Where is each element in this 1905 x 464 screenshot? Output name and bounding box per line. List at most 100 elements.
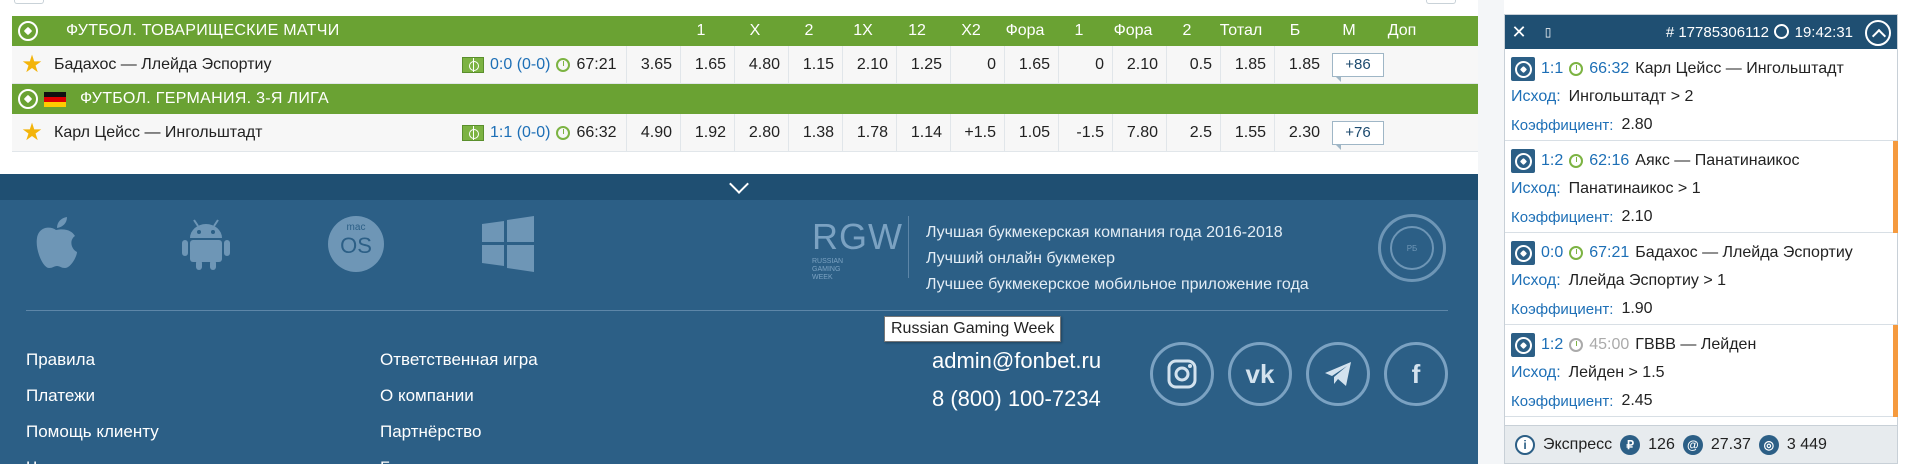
col-header: Доп: [1387, 22, 1417, 39]
pitch-icon[interactable]: [462, 56, 484, 73]
event-name[interactable]: Бадахос — Ллейда Эспортиу: [12, 56, 462, 74]
handicap-cell: +1.5: [950, 113, 1004, 152]
odd-cell[interactable]: 1.78: [842, 113, 896, 152]
info-icon[interactable]: i: [1515, 434, 1535, 455]
event-score: 1:1 (0-0): [490, 123, 551, 141]
event-score: 0:0 (0-0): [490, 55, 551, 73]
pitch-icon[interactable]: [462, 124, 484, 141]
rgw-logo[interactable]: RGW RUSSIAN GAMING WEEK: [812, 216, 903, 282]
award-item: Лучшая букмекерская компания года 2016-2…: [926, 224, 1283, 241]
apple-icon[interactable]: [26, 214, 86, 274]
vk-icon[interactable]: vk: [1228, 342, 1292, 406]
odd-cell[interactable]: 1.85: [1274, 45, 1328, 84]
event-name[interactable]: Карл Цейсс — Ингольштадт: [12, 124, 462, 142]
odd-cell[interactable]: 1.05: [1004, 113, 1058, 152]
footer-link[interactable]: Помощь клиенту: [26, 414, 247, 450]
bet-item[interactable]: 1:2 62:16 Аякс — Панатинаикос Исход: Пана…: [1505, 141, 1898, 233]
footer-link[interactable]: Партнёрство: [380, 414, 550, 450]
odd-cell[interactable]: 4.80: [734, 45, 788, 84]
odd-cell[interactable]: 1.92: [680, 113, 734, 152]
odd-cell[interactable]: 1.38: [788, 113, 842, 152]
section-header-germany-3-liga[interactable]: ФУТБОЛ. ГЕРМАНИЯ. 3-Я ЛИГА: [12, 84, 1478, 114]
coef-label: Коэффициент:: [1511, 116, 1614, 134]
coef-label: Коэффициент:: [1511, 208, 1614, 226]
rgw-small-line: WEEK: [812, 274, 833, 281]
col-header: 1X: [853, 22, 873, 39]
footer-link[interactable]: Часто задаваемые вопросы: [26, 450, 247, 464]
live-info: 0:0 (0-0) 67:21: [462, 56, 626, 74]
football-icon: [1511, 57, 1535, 81]
chevron-down-icon[interactable]: [729, 174, 749, 194]
award-item: Лучший онлайн букмекер: [926, 250, 1116, 267]
telegram-icon[interactable]: [1306, 342, 1370, 406]
copy-icon[interactable]: ▯: [1533, 25, 1563, 39]
instagram-icon[interactable]: [1150, 342, 1214, 406]
outcome-label: Исход:: [1511, 88, 1561, 105]
odd-cell[interactable]: 1.15: [788, 45, 842, 84]
macos-icon[interactable]: mac OS: [326, 214, 386, 274]
clock-icon: [1774, 24, 1789, 39]
clock-icon: [556, 125, 571, 140]
bet-outcome: Ллейда Эспортиу > 1: [1568, 272, 1727, 289]
col-header: 1: [696, 22, 706, 39]
more-markets-button[interactable]: +86: [1332, 52, 1384, 82]
coef-label: Коэффициент:: [1511, 300, 1614, 318]
footer-link[interactable]: Платежи: [26, 378, 247, 414]
odd-cell[interactable]: 2.30: [1274, 113, 1328, 152]
footer-link[interactable]: О компании: [380, 378, 550, 414]
odd-cell[interactable]: 1.65: [1004, 45, 1058, 84]
collapsed-button-left[interactable]: [14, 0, 44, 4]
col-header: Фора: [1113, 22, 1153, 39]
more-markets-button[interactable]: +76: [1332, 120, 1384, 150]
email-link[interactable]: admin@fonbet.ru: [932, 342, 1101, 380]
android-icon[interactable]: [176, 214, 236, 274]
bet-item[interactable]: 0:0 67:21 Бадахос — Ллейда Эспортиу Исхо…: [1505, 233, 1897, 325]
odd-cell[interactable]: 3.65: [626, 45, 680, 84]
handicap-cell: 0: [950, 45, 1004, 84]
footer-link[interactable]: Ответственная игра: [380, 342, 550, 378]
windows-icon[interactable]: [478, 214, 538, 274]
col-header: Тотал: [1219, 22, 1263, 39]
odd-cell[interactable]: 1.25: [896, 45, 950, 84]
close-icon[interactable]: ✕: [1505, 22, 1533, 43]
bet-slip-summary: i Экспресс ₽ 126 @ 27.37 ◎ 3 449: [1505, 425, 1897, 463]
event-row[interactable]: ★ Карл Цейсс — Ингольштадт 1:1 (0-0) 66:…: [12, 113, 1478, 152]
footer-expand-bar[interactable]: [0, 174, 1478, 200]
footer-divider: [26, 310, 1448, 311]
odd-cell[interactable]: 7.80: [1112, 113, 1166, 152]
bet-slip-header: ✕ ▯ # 17785306112 19:42:31: [1505, 15, 1897, 49]
event-time: 66:32: [576, 123, 617, 141]
odd-cell[interactable]: 1.85: [1220, 45, 1274, 84]
section-header-friendlies[interactable]: ФУТБОЛ. ТОВАРИЩЕСКИЕ МАТЧИ 1 X 2 1X 12 X…: [12, 16, 1478, 46]
event-row[interactable]: ★ Бадахос — Ллейда Эспортиу 0:0 (0-0) 67…: [12, 45, 1478, 84]
facebook-icon[interactable]: f: [1384, 342, 1448, 406]
bet-coef: 2.45: [1621, 392, 1653, 409]
odd-cell[interactable]: 1.14: [896, 113, 950, 152]
bet-item[interactable]: 1:1 66:32 Карл Цейсс — Ингольштадт Исход…: [1505, 49, 1897, 141]
chevron-up-icon[interactable]: [1865, 20, 1891, 46]
rgw-small-line: GAMING: [812, 266, 841, 273]
bet-score: 1:1: [1541, 60, 1564, 77]
coef-label: Коэффициент:: [1511, 392, 1614, 410]
col-header: 2: [804, 22, 814, 39]
total-cell: 2.5: [1166, 113, 1220, 152]
handicap-cell: -1.5: [1058, 113, 1112, 152]
collapsed-button-right[interactable]: [1426, 0, 1456, 4]
footer-link[interactable]: Благотворительность: [380, 450, 550, 464]
odd-cell[interactable]: 2.10: [842, 45, 896, 84]
odd-cell[interactable]: 2.80: [734, 113, 788, 152]
odd-cell[interactable]: 2.10: [1112, 45, 1166, 84]
col-header: X: [749, 22, 761, 39]
total-coef: 27.37: [1710, 435, 1751, 453]
col-header: Б: [1289, 22, 1301, 39]
bet-item[interactable]: 1:2 45:00 ГВВВ — Лейден Исход: Лейден > 1…: [1505, 325, 1898, 417]
odd-cell[interactable]: 1.65: [680, 45, 734, 84]
bet-coef: 2.80: [1621, 116, 1653, 133]
odd-cell[interactable]: 4.90: [626, 113, 680, 152]
bet-time: 66:32: [1589, 60, 1630, 77]
bet-score: 0:0: [1541, 244, 1564, 261]
footer-link[interactable]: Правила: [26, 342, 247, 378]
phone-number[interactable]: 8 (800) 100-7234: [932, 380, 1101, 418]
odd-cell[interactable]: 1.55: [1220, 113, 1274, 152]
clock-icon: [1569, 246, 1584, 260]
